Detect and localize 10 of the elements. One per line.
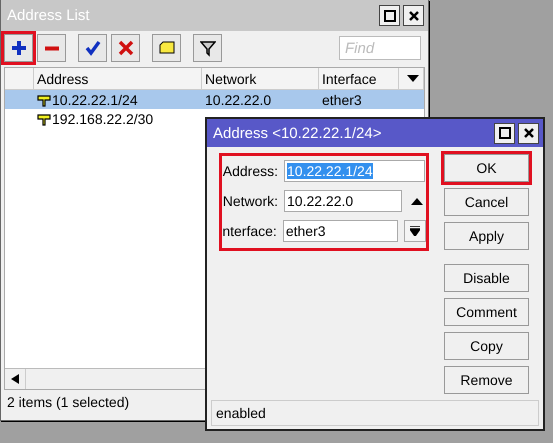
- table-cell: 10.22.22.1/24: [52, 92, 138, 108]
- status-bar: enabled: [211, 400, 539, 426]
- field-label: nterface:: [222, 223, 277, 239]
- table-cell: 192.168.22.2/30: [52, 110, 154, 126]
- table-cell: 10.22.22.0: [205, 92, 272, 108]
- table-cell: ether3: [322, 92, 362, 108]
- field-label: Network:: [222, 193, 278, 209]
- dialog-title: Address <10.22.22.1/24>: [213, 124, 382, 142]
- field-label: Address:: [222, 163, 278, 179]
- status-text: 2 items (1 selected): [7, 394, 130, 410]
